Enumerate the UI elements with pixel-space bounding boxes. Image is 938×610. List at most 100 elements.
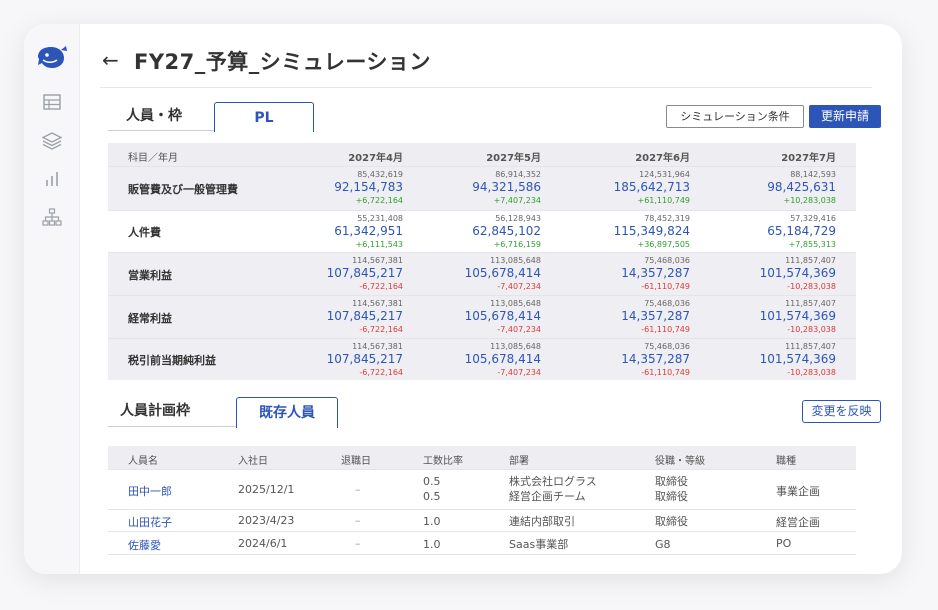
bar-chart-icon[interactable] (24, 171, 80, 187)
simulated-value: 65,184,729 (767, 224, 836, 238)
hire-date: 2023/4/23 (238, 514, 295, 527)
tab-existing-staff[interactable]: 既存人員 (236, 397, 338, 428)
pl-cell[interactable]: 75,468,036 14,357,287 -61,110,749 (621, 298, 690, 335)
table-row[interactable]: 田中一郎 2025/12/1–0.5 0.5 株式会社ログラス 経営企画チーム 取締役 取締… (108, 469, 856, 509)
previous-value: 75,468,036 (644, 256, 690, 265)
position-grade: 取締役 (655, 490, 688, 503)
department: 連結内部取引 (509, 515, 575, 528)
difference-value: -6,722,164 (359, 368, 403, 377)
pl-cell[interactable]: 111,857,407 101,574,369 -10,283,038 (760, 298, 836, 335)
staff-table-header: 人員名 入社日 退職日 工数比率 部署 役職・等級 職種 (108, 446, 856, 469)
tab-staff-plan-frame[interactable]: 人員計画枠 (108, 397, 236, 427)
staff-table: 人員名 入社日 退職日 工数比率 部署 役職・等級 職種 田中一郎 2025/12… (108, 446, 856, 555)
position-grade-cell: G8 (655, 537, 671, 552)
previous-value: 55,231,408 (357, 214, 403, 223)
main-content: ← FY27_予算_シミュレーション 人員・枠 PL シミュレーション条件 更新… (80, 24, 902, 574)
simulated-value: 105,678,414 (464, 309, 541, 323)
pl-cell[interactable]: 55,231,408 61,342,951 +6,111,543 (334, 213, 403, 250)
previous-value: 114,567,381 (352, 299, 403, 308)
staff-name-link[interactable]: 佐藤愛 (128, 537, 161, 553)
pl-cell[interactable]: 113,085,648 105,678,414 -7,407,234 (465, 298, 541, 335)
pl-row-label: 人件費 (128, 226, 161, 239)
difference-value: +6,722,164 (355, 196, 403, 205)
pl-row-label: 経常利益 (128, 311, 172, 325)
column-header: 退職日 (341, 456, 371, 467)
job-type: 経営企画 (776, 516, 820, 529)
pl-cell[interactable]: 111,857,407 101,574,369 -10,283,038 (760, 341, 836, 378)
layers-icon[interactable] (24, 132, 80, 150)
pl-cell[interactable]: 85,432,619 92,154,783 +6,722,164 (334, 169, 403, 206)
pl-row-label: 営業利益 (128, 268, 172, 282)
pl-cell[interactable]: 75,468,036 14,357,287 -61,110,749 (621, 341, 690, 378)
simulated-value: 14,357,287 (621, 309, 690, 323)
pl-row: 税引前当期純利益 114,567,381 107,845,217 -6,722,164… (108, 338, 856, 380)
reflect-changes-button[interactable]: 変更を反映 (802, 400, 881, 423)
difference-value: -7,407,234 (497, 325, 541, 334)
simulated-value: 105,678,414 (464, 266, 541, 280)
pl-row-label: 販管費及び一般管理費 (128, 183, 238, 196)
difference-value: -7,407,234 (497, 282, 541, 291)
pl-table-header: 科目／年月 2027年4月 2027年5月 2027年6月 2027年7月 (108, 143, 856, 166)
simulated-value: 107,845,217 (326, 266, 403, 280)
simulation-conditions-button[interactable]: シミュレーション条件 (666, 105, 804, 128)
pl-cell[interactable]: 114,567,381 107,845,217 -6,722,164 (327, 255, 403, 292)
previous-value: 113,085,648 (490, 342, 541, 351)
pl-row-label: 税引前当期純利益 (128, 354, 216, 367)
simulated-value: 107,845,217 (326, 309, 403, 323)
simulated-value: 94,321,586 (472, 180, 541, 194)
staff-name-link[interactable]: 田中一郎 (128, 483, 172, 499)
department-cell: 株式会社ログラス 経営企画チーム (509, 474, 597, 504)
position-grade-cell: 取締役 (655, 514, 688, 529)
previous-value: 114,567,381 (352, 256, 403, 265)
previous-value: 75,468,036 (644, 342, 690, 351)
department: 経営企画チーム (509, 490, 586, 503)
staff-name-link[interactable]: 山田花子 (128, 514, 172, 530)
pl-cell[interactable]: 113,085,648 105,678,414 -7,407,234 (465, 255, 541, 292)
pl-cell[interactable]: 114,567,381 107,845,217 -6,722,164 (327, 341, 403, 378)
department: Saas事業部 (509, 538, 569, 551)
simulated-value: 62,845,102 (472, 224, 541, 238)
whale-logo-icon[interactable] (24, 44, 80, 72)
pl-cell[interactable]: 113,085,648 105,678,414 -7,407,234 (465, 341, 541, 378)
pl-cell[interactable]: 88,142,593 98,425,631 +10,283,038 (767, 169, 836, 206)
hire-date: 2025/12/1 (238, 483, 295, 496)
job-type: PO (776, 537, 792, 550)
column-header: 工数比率 (423, 456, 463, 467)
simulated-value: 101,574,369 (759, 309, 836, 323)
staff-table-body: 田中一郎 2025/12/1–0.5 0.5 株式会社ログラス 経営企画チーム 取締役 取締… (108, 469, 856, 555)
table-row[interactable]: 佐藤愛 2024/6/1 – 1.0 Saas事業部 G8 PO (108, 531, 856, 555)
position-grade-cell: 取締役 取締役 (655, 474, 688, 504)
org-chart-icon[interactable] (24, 208, 80, 226)
previous-value: 111,857,407 (785, 299, 836, 308)
department-cell: Saas事業部 (509, 537, 568, 552)
tab-staff-frame[interactable]: 人員・枠 (108, 102, 214, 131)
table-icon[interactable] (24, 94, 80, 110)
simulated-value: 14,357,287 (621, 266, 690, 280)
pl-cell[interactable]: 111,857,407 101,574,369 -10,283,038 (760, 255, 836, 292)
pl-row: 販管費及び一般管理費 85,432,619 92,154,783 +6,722,164… (108, 166, 856, 210)
work-ratio-cell: 1.0 (423, 537, 441, 552)
pl-cell[interactable]: 56,128,943 62,845,102 +6,716,159 (472, 213, 541, 250)
previous-value: 57,329,416 (790, 214, 836, 223)
previous-value: 56,128,943 (495, 214, 541, 223)
previous-value: 113,085,648 (490, 299, 541, 308)
pl-cell[interactable]: 114,567,381 107,845,217 -6,722,164 (327, 298, 403, 335)
pl-row: 営業利益 114,567,381 107,845,217 -6,722,164 113,… (108, 252, 856, 295)
tab-pl[interactable]: PL (214, 102, 314, 132)
month-header: 2027年5月 (486, 153, 541, 164)
column-header: 科目／年月 (128, 153, 178, 164)
simulated-value: 14,357,287 (621, 352, 690, 366)
difference-value: -10,283,038 (787, 325, 836, 334)
pl-cell[interactable]: 78,452,319 115,349,824 +36,897,505 (614, 213, 690, 250)
pl-cell[interactable]: 124,531,964 185,642,713 +61,110,749 (614, 169, 690, 206)
difference-value: +10,283,038 (783, 196, 836, 205)
update-request-button[interactable]: 更新申請 (809, 105, 881, 128)
retire-date: – (355, 537, 361, 550)
pl-cell[interactable]: 57,329,416 65,184,729 +7,855,313 (767, 213, 836, 250)
column-header: 職種 (776, 456, 796, 467)
pl-cell[interactable]: 75,468,036 14,357,287 -61,110,749 (621, 255, 690, 292)
table-row[interactable]: 山田花子 2023/4/23 – 1.0 連結内部取引 取締役 経営企画 (108, 509, 856, 531)
arrow-left-icon[interactable]: ← (102, 48, 119, 72)
simulated-value: 101,574,369 (759, 266, 836, 280)
pl-cell[interactable]: 86,914,352 94,321,586 +7,407,234 (472, 169, 541, 206)
